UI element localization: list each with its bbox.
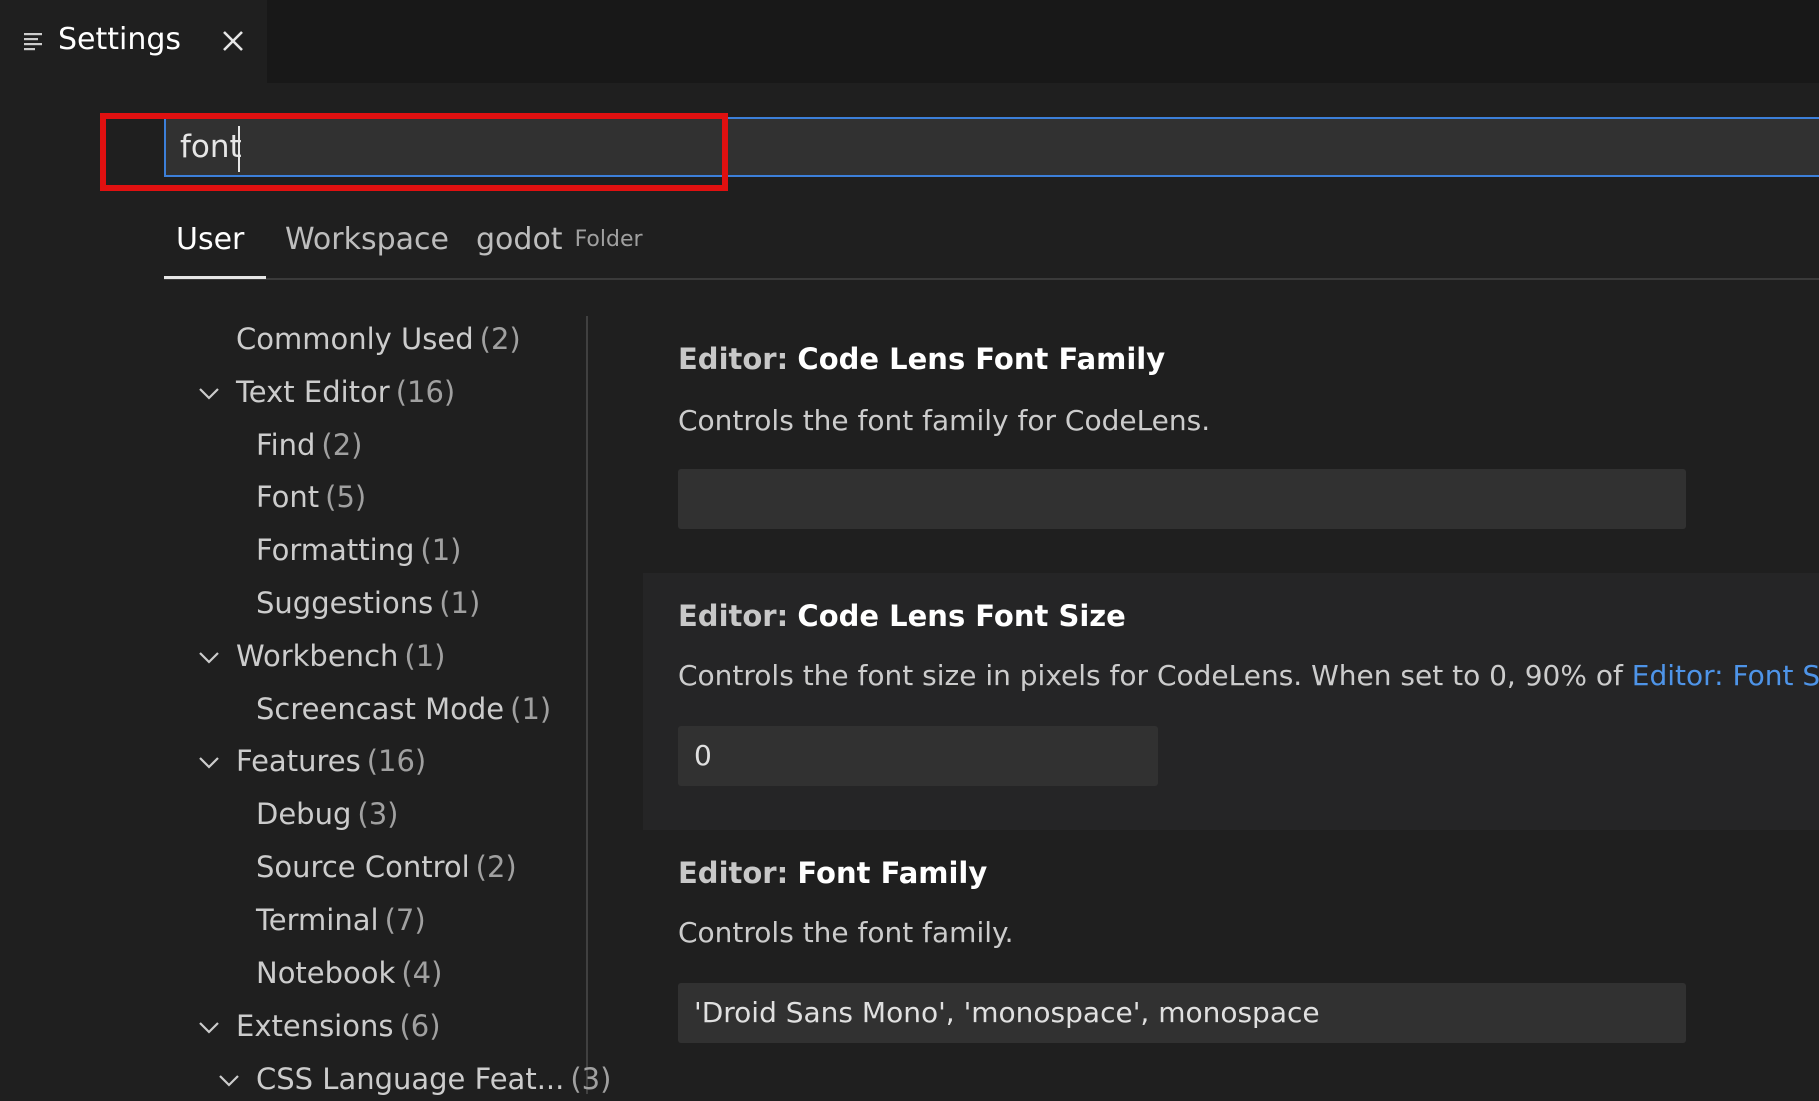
settings-tab-label: Settings — [58, 22, 182, 57]
text-caret — [238, 126, 240, 172]
toc-item-label: Terminal — [256, 903, 379, 937]
toc-item-count: (3) — [357, 797, 399, 831]
toc-item-count: (1) — [510, 692, 552, 726]
toc-suggestions[interactable]: Suggestions (1) — [256, 581, 480, 625]
setting-code-lens-font-size: Editor: Code Lens Font Size Controls the… — [643, 573, 1819, 830]
toc-notebook[interactable]: Notebook (4) — [256, 951, 442, 995]
toc-item-label: Debug — [256, 797, 352, 831]
toc-formatting[interactable]: Formatting (1) — [256, 528, 462, 572]
settings-tab[interactable]: Settings — [0, 0, 267, 83]
toc-item-count: (2) — [321, 428, 363, 462]
setting-description-text: Controls the font size in pixels for Cod… — [678, 659, 1632, 692]
setting-link-editor-font-size[interactable]: Editor: Font Si — [1632, 659, 1819, 692]
tab-workspace[interactable]: Workspace — [285, 218, 449, 280]
chevron-down-icon[interactable] — [198, 646, 220, 668]
toc-terminal[interactable]: Terminal (7) — [256, 898, 426, 942]
toc-item-count: (1) — [404, 639, 446, 673]
settings-scope-tabs: User Workspace godot Folder — [164, 218, 1819, 280]
toc-item-label: Font — [256, 480, 320, 514]
chevron-down-icon[interactable] — [218, 1069, 240, 1091]
toc-find[interactable]: Find (2) — [256, 423, 363, 467]
close-icon[interactable] — [218, 26, 248, 56]
toc-item-count: (7) — [384, 903, 426, 937]
toc-item-label: Screencast Mode — [256, 692, 505, 726]
chevron-down-icon[interactable] — [198, 382, 220, 404]
toc-item-count: (2) — [479, 322, 521, 356]
settings-toc: Commonly Used (2) Text Editor (16) Find (2)… — [164, 316, 611, 1096]
tab-user[interactable]: User — [176, 218, 244, 280]
setting-title: Editor: Code Lens Font Size — [678, 599, 1126, 633]
toc-item-count: (1) — [420, 533, 462, 567]
settings-search-box[interactable] — [164, 117, 1819, 177]
tab-folder-sublabel: Folder — [574, 227, 643, 252]
toc-item-label: Notebook — [256, 956, 396, 990]
setting-title: Editor: Font Family — [678, 856, 987, 890]
active-tab-indicator — [164, 276, 266, 279]
chevron-down-icon[interactable] — [198, 1016, 220, 1038]
toc-extensions[interactable]: Extensions (6) — [236, 1004, 441, 1048]
toc-text-editor[interactable]: Text Editor (16) — [236, 370, 455, 414]
setting-name: Code Lens Font Family — [797, 342, 1166, 376]
setting-name: Font Family — [797, 856, 988, 890]
toc-item-count: (16) — [395, 375, 456, 409]
toc-item-label: CSS Language Feat... — [256, 1062, 565, 1096]
toc-item-label: Commonly Used — [236, 322, 474, 356]
toc-debug[interactable]: Debug (3) — [256, 792, 398, 836]
setting-name: Code Lens Font Size — [797, 599, 1126, 633]
setting-description: Controls the font size in pixels for Cod… — [678, 659, 1819, 692]
toc-item-label: Extensions — [236, 1009, 394, 1043]
toc-item-count: (6) — [399, 1009, 441, 1043]
tab-folder-godot[interactable]: godot Folder — [476, 218, 643, 280]
toc-item-label: Suggestions — [256, 586, 434, 620]
font-family-input[interactable] — [678, 983, 1686, 1043]
toc-item-label: Text Editor — [236, 375, 390, 409]
toc-item-count: (16) — [366, 744, 427, 778]
setting-font-family: Editor: Font Family Controls the font fa… — [643, 830, 1819, 1094]
tab-user-label: User — [176, 222, 245, 257]
settings-search-input[interactable] — [180, 119, 1780, 175]
toc-item-count: (3) — [570, 1062, 612, 1096]
toc-css-language-features[interactable]: CSS Language Feat... (3) — [256, 1057, 611, 1101]
code-lens-font-size-input[interactable] — [678, 726, 1158, 786]
toc-item-label: Find — [256, 428, 316, 462]
toc-item-label: Workbench — [236, 639, 399, 673]
toc-item-label: Features — [236, 744, 361, 778]
toc-item-count: (4) — [401, 956, 443, 990]
toc-screencast-mode[interactable]: Screencast Mode (1) — [256, 687, 551, 731]
chevron-down-icon[interactable] — [198, 751, 220, 773]
setting-code-lens-font-family: Editor: Code Lens Font Family Controls t… — [643, 318, 1819, 573]
tab-folder-label: godot — [476, 222, 563, 257]
setting-category: Editor: — [678, 342, 789, 376]
toc-source-control[interactable]: Source Control (2) — [256, 845, 517, 889]
toc-item-count: (1) — [439, 586, 481, 620]
setting-category: Editor: — [678, 599, 789, 633]
setting-category: Editor: — [678, 856, 789, 890]
toc-item-count: (5) — [325, 480, 367, 514]
setting-title: Editor: Code Lens Font Family — [678, 342, 1165, 376]
toc-commonly-used[interactable]: Commonly Used (2) — [236, 317, 521, 361]
code-lens-font-family-input[interactable] — [678, 469, 1686, 529]
toc-item-label: Formatting — [256, 533, 415, 567]
tab-workspace-label: Workspace — [285, 222, 449, 257]
settings-list-icon — [24, 33, 42, 51]
setting-description: Controls the font family for CodeLens. — [678, 404, 1211, 437]
toc-item-label: Source Control — [256, 850, 470, 884]
toc-features[interactable]: Features (16) — [236, 739, 426, 783]
toc-workbench[interactable]: Workbench (1) — [236, 634, 445, 678]
toc-item-count: (2) — [475, 850, 517, 884]
setting-description: Controls the font family. — [678, 916, 1014, 949]
editor-tab-bar: Settings — [0, 0, 1819, 83]
toc-font[interactable]: Font (5) — [256, 475, 366, 519]
